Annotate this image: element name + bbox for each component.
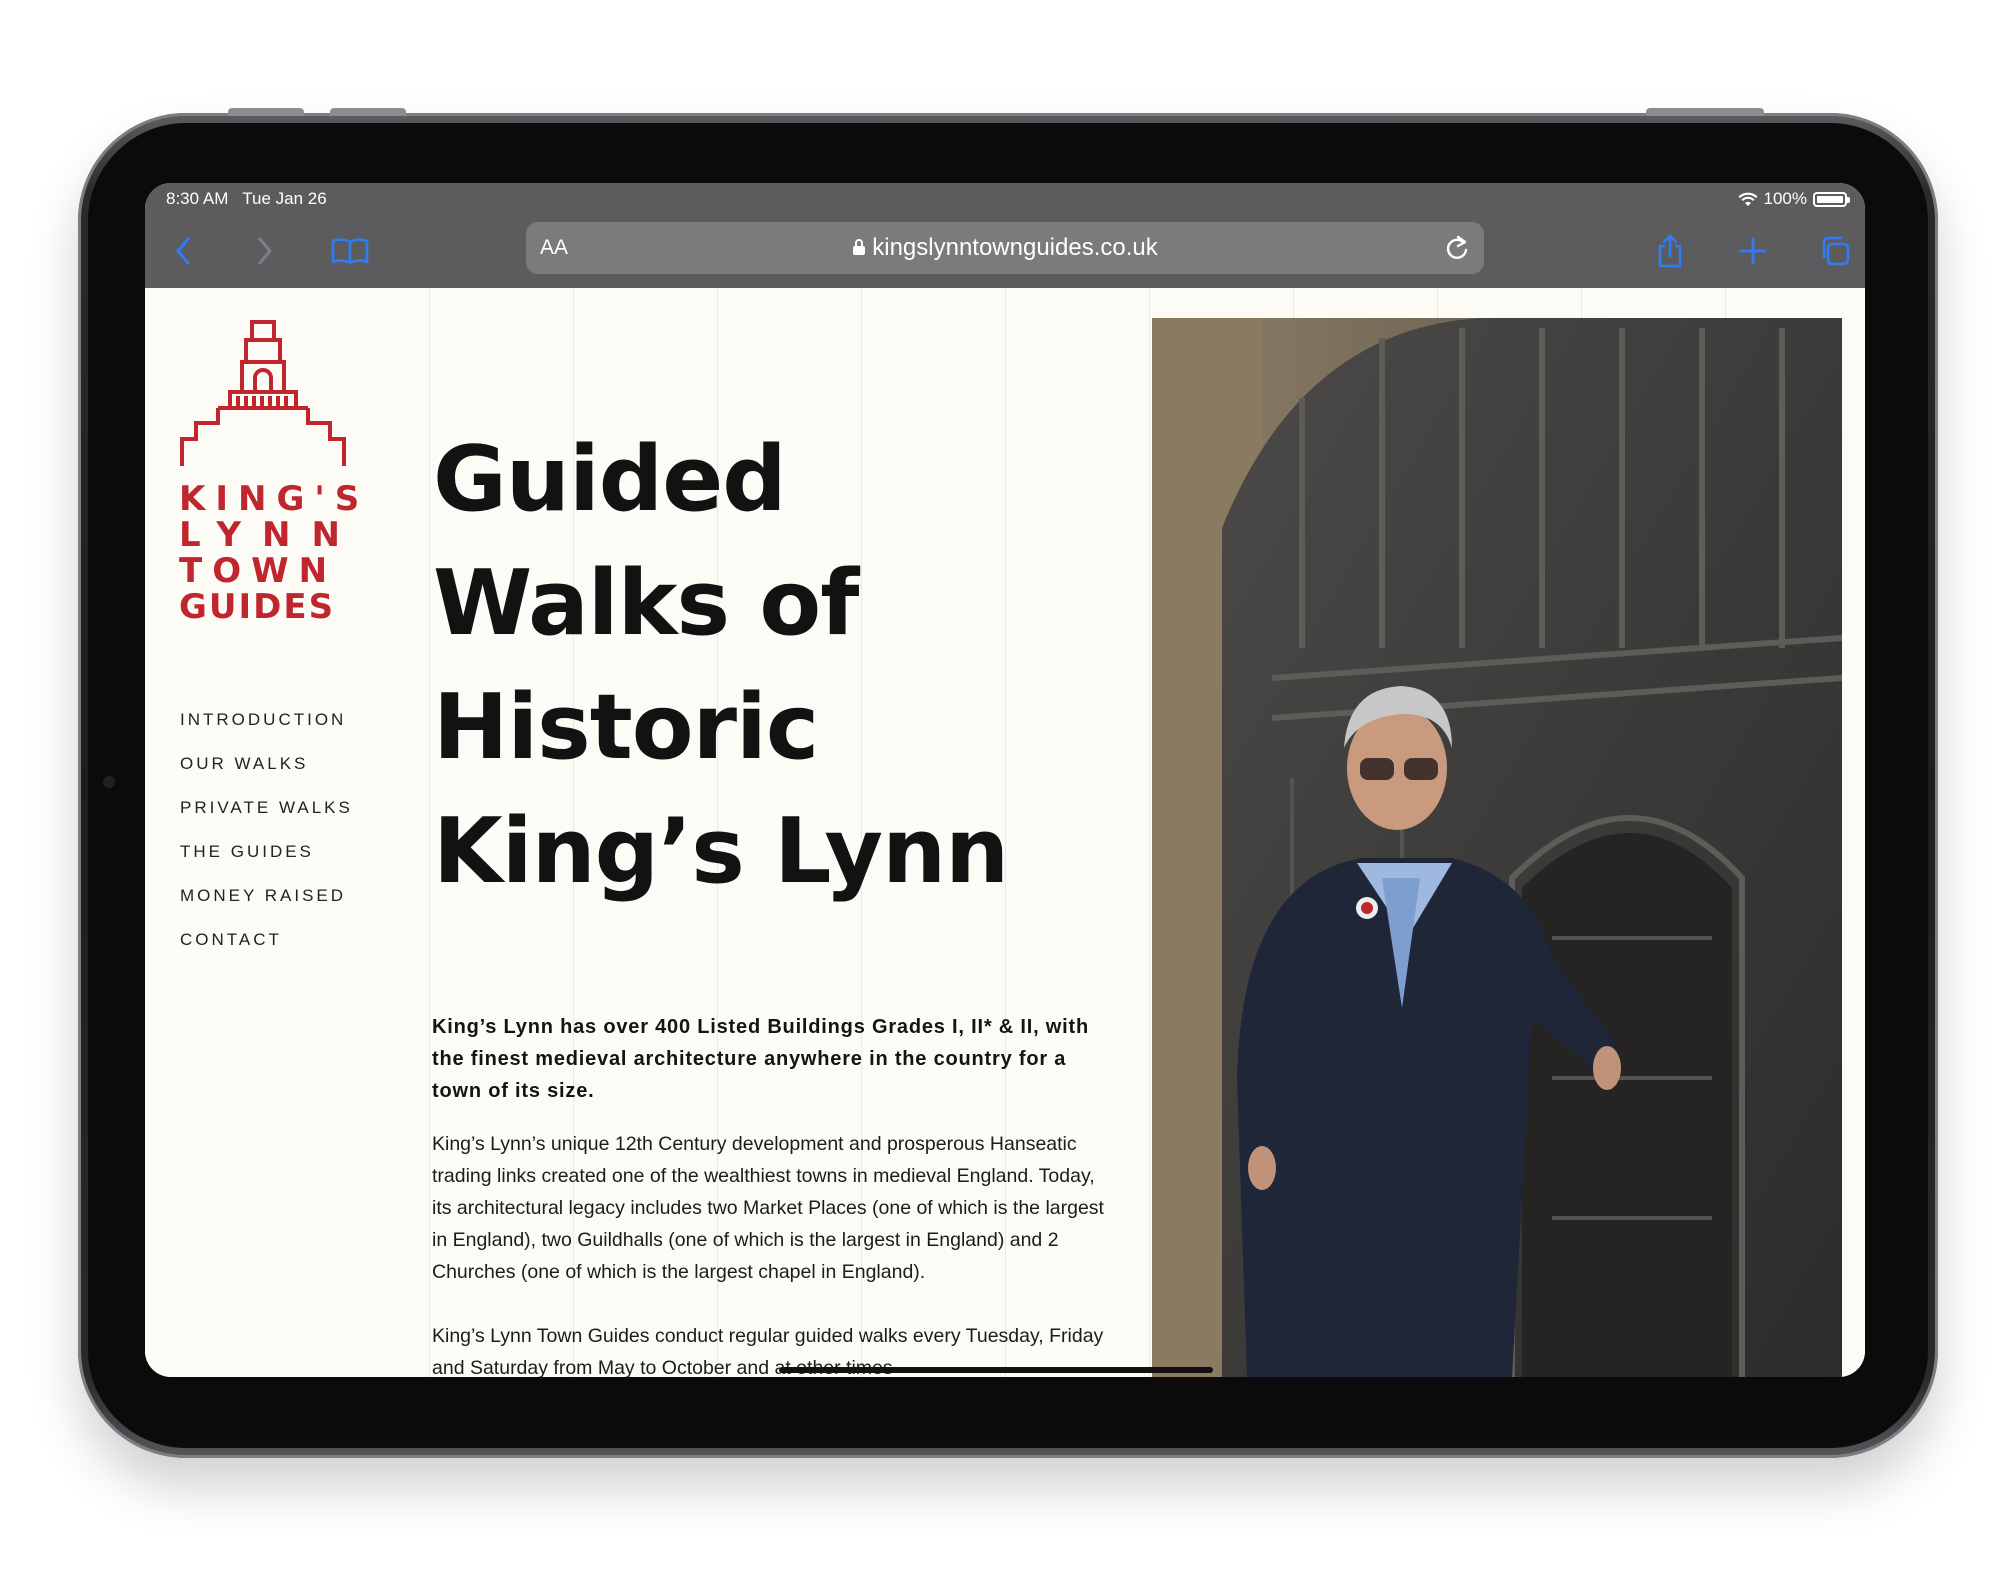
screen: 8:30 AM Tue Jan 26 100% AA kingslynntown… xyxy=(145,183,1865,1377)
title-line: Walks of xyxy=(433,551,859,656)
address-bar[interactable]: AA kingslynntownguides.co.uk xyxy=(526,222,1484,274)
title-line: Guided xyxy=(433,427,787,532)
browser-chrome: 8:30 AM Tue Jan 26 100% AA kingslynntown… xyxy=(145,183,1865,288)
battery-icon xyxy=(1813,191,1850,207)
logo-line: TOWN xyxy=(179,551,338,591)
volume-button xyxy=(228,108,304,116)
grid-line xyxy=(429,288,430,1377)
plus-icon xyxy=(1739,237,1767,265)
logo-wordmark[interactable]: KING'S LYNN TOWN GUIDES xyxy=(179,479,370,627)
battery-percent: 100% xyxy=(1763,189,1807,208)
main-nav: INTRODUCTION OUR WALKS PRIVATE WALKS THE… xyxy=(180,710,353,974)
power-button xyxy=(1646,108,1764,116)
title-line: King’s Lynn xyxy=(433,799,1009,904)
wifi-icon xyxy=(1738,192,1758,206)
logo-line: GUIDES xyxy=(179,587,336,627)
home-indicator xyxy=(779,1367,1213,1373)
lock-icon xyxy=(853,239,866,255)
status-right: 100% xyxy=(1738,189,1850,209)
tabs-button[interactable] xyxy=(1815,223,1855,279)
bookmarks-button[interactable] xyxy=(325,223,375,279)
title-line: Historic xyxy=(433,675,819,780)
date-label: Tue Jan 26 xyxy=(242,189,327,208)
chevron-left-icon xyxy=(176,237,190,265)
nav-item-private-walks[interactable]: PRIVATE WALKS xyxy=(180,798,353,842)
body-paragraph: King’s Lynn’s unique 12th Century develo… xyxy=(432,1133,1104,1283)
share-icon xyxy=(1658,234,1682,268)
logo-line: LYNN xyxy=(179,515,361,555)
logo-line: KING'S xyxy=(179,479,370,519)
chevron-right-icon xyxy=(258,237,272,265)
guide-at-church-door-photo xyxy=(1152,318,1842,1377)
nav-item-contact[interactable]: CONTACT xyxy=(180,930,353,974)
volume-button xyxy=(330,108,406,116)
url-label: kingslynntownguides.co.uk xyxy=(872,234,1158,261)
new-tab-button[interactable] xyxy=(1733,223,1773,279)
tower-logo-icon[interactable] xyxy=(178,320,350,470)
tabs-icon xyxy=(1822,236,1850,266)
front-camera xyxy=(103,776,115,788)
back-button[interactable] xyxy=(163,223,203,279)
nav-item-money-raised[interactable]: MONEY RAISED xyxy=(180,886,353,930)
nav-item-the-guides[interactable]: THE GUIDES xyxy=(180,842,353,886)
page-title: Guided Walks of Historic King’s Lynn xyxy=(433,418,1053,914)
nav-item-our-walks[interactable]: OUR WALKS xyxy=(180,754,353,798)
intro-paragraph: King’s Lynn has over 400 Listed Building… xyxy=(432,1016,1089,1102)
book-icon xyxy=(331,238,369,265)
forward-button[interactable] xyxy=(245,223,285,279)
share-button[interactable] xyxy=(1650,223,1690,279)
reload-icon[interactable] xyxy=(1444,234,1470,262)
time-label: 8:30 AM xyxy=(166,189,229,208)
nav-item-introduction[interactable]: INTRODUCTION xyxy=(180,710,353,754)
status-time: 8:30 AM Tue Jan 26 xyxy=(166,189,327,209)
web-page: KING'S LYNN TOWN GUIDES INTRODUCTION OUR… xyxy=(145,288,1865,1377)
url-text: kingslynntownguides.co.uk xyxy=(526,234,1484,262)
grid-line xyxy=(1149,288,1150,1377)
